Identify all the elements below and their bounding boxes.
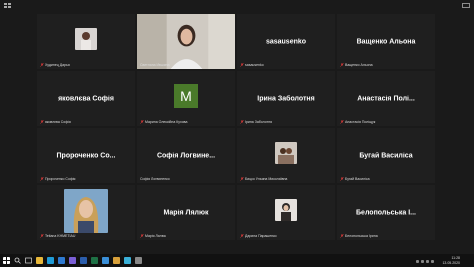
participant-tile[interactable]: Белопольська І... Белопольська Ірина xyxy=(337,185,435,240)
participant-display-name: Белопольська І... xyxy=(356,209,416,216)
photos-icon[interactable] xyxy=(113,257,120,264)
participant-name-label: Худинец Дарья xyxy=(45,63,70,67)
participant-name-label: Марія Лялюк xyxy=(145,234,166,238)
participant-tile[interactable]: M Марина Олексійна Кухова xyxy=(137,71,235,126)
clock-date: 13.05.2020 xyxy=(442,261,460,265)
participant-tile[interactable]: Пророченко Со... Пророченко Софія xyxy=(37,128,135,183)
participant-display-name: Ірина Заболотня xyxy=(257,95,315,102)
participant-name-label: Бицко Ульяна Миколаївна xyxy=(245,177,288,181)
participant-display-name: Пророченко Со... xyxy=(56,152,116,159)
participant-name-label: Бугай Василіса xyxy=(345,177,370,181)
word-icon[interactable] xyxy=(80,257,87,264)
windows-taskbar: 11:28 13.05.2020 xyxy=(0,254,474,267)
participant-tile[interactable]: Софія Логвине... Софія Логвиненко xyxy=(137,128,235,183)
participant-display-name: яковлєва Софія xyxy=(58,95,114,102)
mic-muted-icon xyxy=(340,63,344,67)
chrome-icon[interactable] xyxy=(47,257,54,264)
mic-muted-icon xyxy=(240,234,244,238)
participant-display-name: Бугай Василіса xyxy=(359,152,413,159)
participant-name-label: Пророченко Софія xyxy=(45,177,76,181)
participant-name-label: Марина Олексійна Кухова xyxy=(145,120,188,124)
mic-muted-icon xyxy=(240,177,244,181)
participant-photo xyxy=(275,198,297,221)
explorer-icon[interactable] xyxy=(36,257,43,264)
participant-tile[interactable]: Дарина Парашенко xyxy=(237,185,335,240)
mic-muted-icon xyxy=(340,120,344,124)
participant-tile[interactable]: Ірина Заболотня Ірина Заболотня xyxy=(237,71,335,126)
mic-muted-icon xyxy=(40,234,44,238)
participant-display-name: sasausenko xyxy=(265,38,307,45)
participant-tile[interactable]: Tetiana KHMETIAU xyxy=(37,185,135,240)
participant-name-label: Белопольська Ірина xyxy=(345,234,378,238)
participant-tile-active-speaker[interactable]: Светлана Ившина xyxy=(137,14,235,69)
participant-tile[interactable]: Бицко Ульяна Миколаївна xyxy=(237,128,335,183)
participant-display-name: Марія Лялюк xyxy=(163,209,209,216)
zoom-icon[interactable] xyxy=(69,257,76,264)
video-gallery: Худинец Дарья Светлана Ившина sasausenko… xyxy=(37,14,435,240)
participant-tile[interactable]: Анастасія Полі... Анастасія Поліщук xyxy=(337,71,435,126)
participant-name-label: Дарина Парашенко xyxy=(245,234,277,238)
participant-tile[interactable]: Марія Лялюк Марія Лялюк xyxy=(137,185,235,240)
search-icon[interactable] xyxy=(14,257,21,264)
participant-tile[interactable]: Худинец Дарья xyxy=(37,14,135,69)
participant-name-label: яковлєва Софія xyxy=(45,120,71,124)
participant-tile[interactable]: Ващенко Альона Ващенко Альона xyxy=(337,14,435,69)
mic-muted-icon xyxy=(240,120,244,124)
mic-muted-icon xyxy=(340,177,344,181)
mic-muted-icon xyxy=(40,63,44,67)
participant-tile[interactable]: sasausenko sasausenko xyxy=(237,14,335,69)
participant-photo xyxy=(275,141,297,164)
excel-icon[interactable] xyxy=(91,257,98,264)
participant-name-label: Ірина Заболотня xyxy=(245,120,273,124)
participant-name-label: sasausenko xyxy=(245,63,264,67)
mic-muted-icon xyxy=(340,234,344,238)
grid-view-icon[interactable] xyxy=(4,3,12,8)
participant-tile[interactable]: яковлєва Софія яковлєва Софія xyxy=(37,71,135,126)
participant-video xyxy=(137,14,235,69)
participant-photo xyxy=(75,27,97,50)
participant-name-label: Софія Логвиненко xyxy=(140,177,170,181)
participant-name-label: Tetiana KHMETIAU xyxy=(45,234,76,238)
windows-icon[interactable] xyxy=(3,257,10,264)
participant-display-name: Софія Логвине... xyxy=(156,152,216,159)
mic-muted-icon xyxy=(40,120,44,124)
store-icon[interactable] xyxy=(102,257,109,264)
participant-display-name: Анастасія Полі... xyxy=(357,95,415,102)
fullscreen-icon[interactable] xyxy=(462,3,470,8)
mail-icon[interactable] xyxy=(58,257,65,264)
mic-muted-icon xyxy=(240,63,244,67)
mic-muted-icon xyxy=(140,120,144,124)
settings-icon[interactable] xyxy=(135,257,142,264)
participant-name-label: Ващенко Альона xyxy=(345,63,373,67)
participant-photo xyxy=(64,188,108,233)
mic-muted-icon xyxy=(40,177,44,181)
participant-tile[interactable]: Бугай Василіса Бугай Василіса xyxy=(337,128,435,183)
task-view-icon[interactable] xyxy=(25,257,32,264)
media-icon[interactable] xyxy=(124,257,131,264)
system-tray[interactable] xyxy=(416,260,434,263)
participant-display-name: Ващенко Альона xyxy=(356,38,416,45)
participant-avatar: M xyxy=(174,83,198,108)
participant-name-label: Светлана Ившина xyxy=(140,63,170,67)
mic-muted-icon xyxy=(140,234,144,238)
taskbar-clock[interactable]: 11:28 13.05.2020 xyxy=(442,256,460,266)
participant-name-label: Анастасія Поліщук xyxy=(345,120,376,124)
